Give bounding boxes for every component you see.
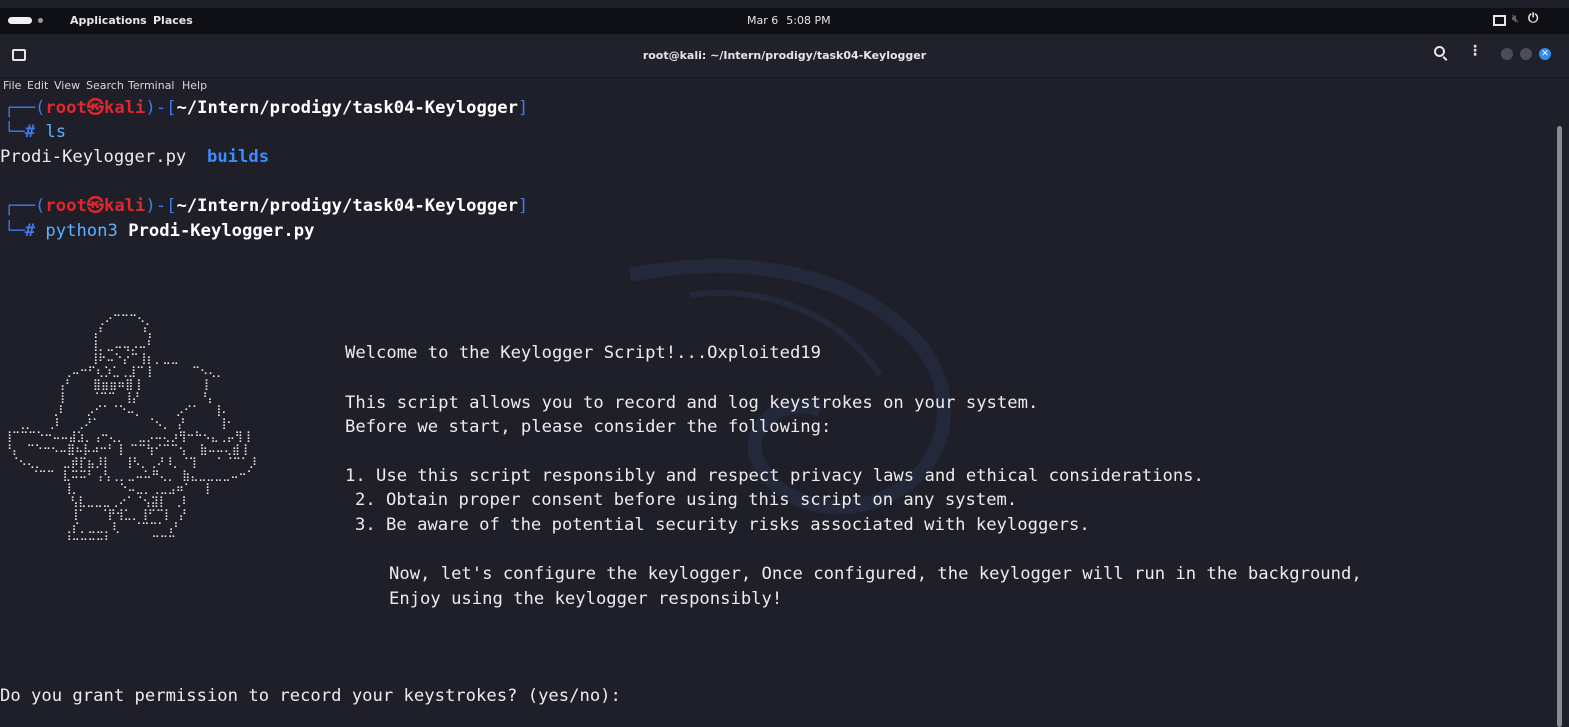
command-text: python3 [35,221,129,241]
minimize-button[interactable] [1501,48,1513,60]
permission-prompt: Do you grant permission to record your k… [0,686,621,706]
banner-line: Before we start, please consider the fol… [345,417,832,437]
command-text: ls [35,122,67,142]
scrollbar-thumb[interactable] [1557,126,1562,727]
ls-dir: builds [206,147,270,167]
banner-list-item: 3. Be aware of the potential security ri… [355,515,1090,535]
clock[interactable]: Mar 6 5:08 PM [747,14,839,27]
workspace-dot-icon[interactable] [38,18,43,23]
command-arg: Prodi-Keylogger.py [128,221,315,241]
applications-menu[interactable]: Applications [70,14,147,27]
menu-bar: File Edit View Search Terminal Help [0,77,1569,95]
clock-date: Mar 6 [747,14,779,27]
prompt-frame: ] [517,196,529,216]
prompt-frame: ┌──( [4,98,46,118]
prompt-path: ~/Intern/prodigy/task04-Keylogger [176,196,518,216]
menu-file[interactable]: File [3,79,21,92]
window-title: root@kali: ~/Intern/prodigy/task04-Keylo… [642,49,927,62]
close-button[interactable]: ✕ [1539,48,1551,60]
command-line: └─# ls [4,120,66,144]
sound-muted-icon[interactable]: 🔇︎ [1512,12,1526,26]
terminal-titlebar: root@kali: ~/Intern/prodigy/task04-Keylo… [0,34,1569,78]
banner-line: This script allows you to record and log… [345,393,1039,413]
prompt-frame: └─ [4,221,25,241]
ls-output: Prodi-Keylogger.py builds [0,145,269,169]
power-icon[interactable]: ⏻ [1528,11,1542,26]
banner-welcome: Welcome to the Keylogger Script!...Oxplo… [345,343,821,363]
banner-list-item: 1. Use this script responsibly and respe… [345,466,1204,486]
search-icon[interactable] [1434,46,1445,57]
activities-pill-icon[interactable] [8,17,32,24]
window-list-icon[interactable] [1492,13,1506,27]
menu-view[interactable]: View [54,79,80,92]
prompt-hash: # [24,122,36,142]
prompt-line: ┌──(root㉿kali)-[~/Intern/prodigy/task04-… [4,194,528,218]
menu-help[interactable]: Help [182,79,207,92]
ls-file: Prodi-Keylogger.py [0,147,187,167]
prompt-line: ┌──(root㉿kali)-[~/Intern/prodigy/task04-… [4,96,528,120]
menu-search[interactable]: Search [86,79,124,92]
prompt-frame: ┌──( [4,196,46,216]
banner-note: Now, let's configure the keylogger, Once… [389,564,1362,584]
prompt-user: root㉿kali [45,98,146,118]
maximize-button[interactable] [1520,48,1532,60]
top-panel: Applications Places Mar 6 5:08 PM 🔇︎ ⏻ [0,8,1569,34]
prompt-path: ~/Intern/prodigy/task04-Keylogger [176,98,518,118]
prompt-hash: # [24,221,36,241]
kebab-menu-icon[interactable]: ⋮ [1468,44,1482,58]
clock-time: 5:08 PM [786,14,831,27]
banner-note: Enjoy using the keylogger responsibly! [389,589,783,609]
prompt-frame: )-[ [145,98,177,118]
command-line: └─# python3 Prodi-Keylogger.py [4,219,314,243]
ascii-art-figure: ⢀⠔⠉⠉⠉⠢⡀ ⢠⠃ ⠘⡄ ⢸⡀⣀⠤⢤⡠⠤⠃ ⢸⠗⠤⠑⡔⠉⢸⡆⡀⣀⣀ ⢀⠤⠒⠋⢆… [4,313,257,547]
prompt-frame: )-[ [145,196,177,216]
menu-terminal[interactable]: Terminal [128,79,175,92]
prompt-frame: └─ [4,122,25,142]
terminal-output[interactable]: ┌──(root㉿kali)-[~/Intern/prodigy/task04-… [0,95,1555,727]
prompt-user: root㉿kali [45,196,146,216]
menu-edit[interactable]: Edit [27,79,48,92]
banner-list-item: 2. Obtain proper consent before using th… [355,490,1018,510]
prompt-frame: ] [517,98,529,118]
places-menu[interactable]: Places [153,14,193,27]
